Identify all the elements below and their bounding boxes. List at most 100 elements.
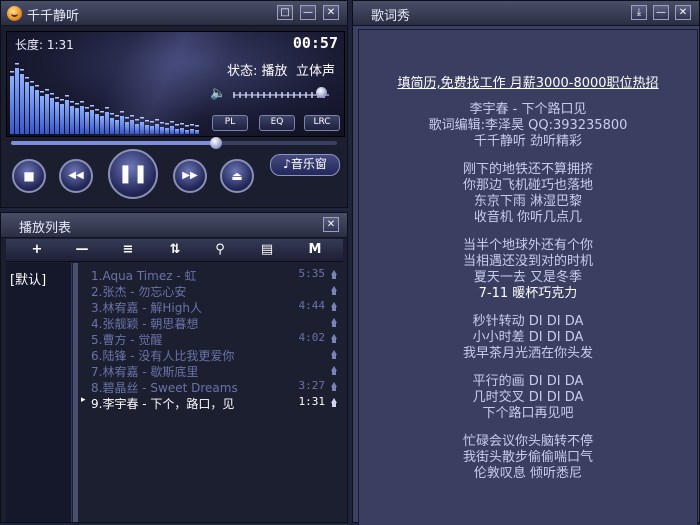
player-window: 千千静听 □ — ✕ 长度: 1:31 00:57 状态: 播放 立体声 🔈 P… bbox=[0, 0, 348, 208]
pause-button[interactable]: ❚❚ bbox=[108, 149, 158, 199]
stop-button[interactable]: ■ bbox=[12, 159, 46, 193]
list-item[interactable]: 2.张杰 - 勿忘心安 bbox=[81, 283, 343, 299]
lyrics-title: 歌词秀 bbox=[371, 9, 411, 24]
spectrum-peak bbox=[65, 95, 69, 97]
spectrum-bar bbox=[100, 116, 104, 134]
upload-arrow-icon[interactable] bbox=[331, 398, 338, 408]
add-icon[interactable]: + bbox=[25, 241, 49, 259]
spectrum-peak bbox=[170, 121, 174, 123]
lyric-line: 伦敦叹息 倾听悉尼 bbox=[473, 466, 583, 481]
group-default[interactable]: [默认] bbox=[10, 269, 46, 288]
track-duration: 4:02 bbox=[298, 331, 326, 344]
track-name: 3.林宥嘉 - 解High人 bbox=[91, 301, 202, 315]
upload-arrow-icon[interactable] bbox=[331, 286, 338, 296]
spectrum-peak bbox=[55, 97, 59, 99]
spectrum-bar bbox=[55, 102, 59, 134]
playlist-titlebar[interactable]: 播放列表 ✕ bbox=[1, 213, 347, 238]
list-item[interactable]: ▸ 9.李宇春 - 下个，路口，见 1:31 bbox=[81, 395, 343, 411]
lyrics-close-button[interactable]: ✕ bbox=[675, 5, 691, 20]
upload-arrow-icon[interactable] bbox=[331, 318, 338, 328]
spectrum-peak bbox=[75, 103, 79, 105]
spectrum-peak bbox=[45, 89, 49, 91]
track-name: 7.林宥嘉 - 歇斯底里 bbox=[91, 365, 199, 379]
lyric-line: 千千静听 劲听精彩 bbox=[473, 134, 583, 149]
spectrum-peak bbox=[150, 121, 154, 123]
open-file-button[interactable]: ⏏ bbox=[220, 159, 254, 193]
spectrum-peak bbox=[180, 123, 184, 125]
spectrum-peak bbox=[20, 69, 24, 71]
file-icon[interactable]: ▤ bbox=[255, 241, 279, 259]
sort-icon[interactable]: ⇅ bbox=[163, 241, 187, 259]
spectrum-peak bbox=[25, 77, 29, 79]
spectrum-peak bbox=[40, 91, 44, 93]
download-button[interactable]: ⤓ bbox=[631, 5, 647, 20]
seek-bar[interactable] bbox=[11, 141, 337, 145]
spectrum-bar bbox=[175, 129, 179, 134]
upload-arrow-icon[interactable] bbox=[331, 350, 338, 360]
equalizer-toggle-button[interactable]: EQ bbox=[259, 115, 295, 131]
spectrum-peak bbox=[30, 81, 34, 83]
list-item[interactable]: 3.林宥嘉 - 解High人 4:44 bbox=[81, 299, 343, 315]
track-name: 9.李宇春 - 下个，路口，见 bbox=[91, 397, 235, 411]
mini-mode-button[interactable]: □ bbox=[277, 5, 293, 20]
spectrum-peak bbox=[110, 113, 114, 115]
spectrum-peak bbox=[105, 107, 109, 109]
spectrum-bar bbox=[80, 106, 84, 134]
lyrics-toggle-button[interactable]: LRC bbox=[304, 115, 340, 131]
upload-arrow-icon[interactable] bbox=[331, 270, 338, 280]
spectrum-bar bbox=[40, 96, 44, 134]
spectrum-bar bbox=[180, 128, 184, 134]
track-name: 8.碧晶丝 - Sweet Dreams bbox=[91, 381, 238, 395]
spectrum-bar bbox=[195, 130, 199, 134]
list-icon[interactable]: ≡ bbox=[116, 241, 140, 259]
spectrum-bar bbox=[50, 98, 54, 134]
track-duration: 1:31 bbox=[298, 395, 326, 408]
playlist-toggle-button[interactable]: PL bbox=[212, 115, 248, 131]
track-length: 长度: 1:31 bbox=[15, 38, 74, 52]
spectrum-peak bbox=[15, 63, 19, 65]
upload-arrow-icon[interactable] bbox=[331, 366, 338, 376]
track-duration: 5:35 bbox=[298, 267, 326, 280]
spectrum-bar bbox=[165, 128, 169, 134]
lyrics-minimize-button[interactable]: — bbox=[653, 5, 669, 20]
ad-link[interactable]: 填简历,免费找工作 月薪3000-8000职位热招 bbox=[359, 72, 697, 91]
player-title: 千千静听 bbox=[27, 9, 80, 24]
previous-button[interactable]: ◀◀ bbox=[59, 159, 93, 193]
list-item[interactable]: 4.张靓颖 - 朝思暮想 bbox=[81, 315, 343, 331]
upload-arrow-icon[interactable] bbox=[331, 302, 338, 312]
minimize-button[interactable]: — bbox=[300, 5, 316, 20]
remove-icon[interactable]: — bbox=[70, 241, 94, 259]
spectrum-bar bbox=[130, 120, 134, 134]
lyrics-window: 歌词秀 ⤓ — ✕ 填简历,免费找工作 月薪3000-8000职位热招 李宇春 … bbox=[352, 0, 700, 525]
volume-icon[interactable]: 🔈 bbox=[210, 86, 226, 101]
eject-icon: ⏏ bbox=[231, 169, 243, 183]
spectrum-peak bbox=[85, 107, 89, 109]
spectrum-peak bbox=[145, 120, 149, 122]
list-item[interactable]: 6.陆锋 - 没有人比我更爱你 bbox=[81, 347, 343, 363]
spectrum-bar bbox=[110, 118, 114, 134]
spectrum-bar bbox=[25, 82, 29, 134]
mode-icon[interactable]: M bbox=[303, 241, 327, 259]
close-button[interactable]: ✕ bbox=[323, 5, 339, 20]
player-titlebar[interactable]: 千千静听 □ — ✕ bbox=[1, 1, 347, 26]
spectrum-bar bbox=[95, 114, 99, 134]
upload-arrow-icon[interactable] bbox=[331, 334, 338, 344]
playlist-close-button[interactable]: ✕ bbox=[323, 217, 339, 232]
lyrics-titlebar[interactable]: 歌词秀 ⤓ — ✕ bbox=[353, 1, 699, 26]
list-item[interactable]: 1.Aqua Timez - 虹 5:35 bbox=[81, 267, 343, 283]
lyric-line: 我早茶月光洒在你头发 bbox=[462, 346, 593, 361]
next-button[interactable]: ▶▶ bbox=[173, 159, 207, 193]
spectrum-bar bbox=[150, 126, 154, 134]
spectrum-bar bbox=[190, 129, 194, 134]
playlist-scrollbar[interactable] bbox=[73, 263, 78, 522]
spectrum-peak bbox=[130, 115, 134, 117]
list-item[interactable]: 5.曹方 - 觉醒 4:02 bbox=[81, 331, 343, 347]
spectrum-bar bbox=[85, 112, 89, 134]
spectrum-bar bbox=[20, 74, 24, 134]
find-icon[interactable]: ⚲ bbox=[208, 241, 232, 259]
list-item[interactable]: 7.林宥嘉 - 歇斯底里 bbox=[81, 363, 343, 379]
seek-bar-knob[interactable] bbox=[210, 137, 223, 149]
list-item[interactable]: 8.碧晶丝 - Sweet Dreams 3:27 bbox=[81, 379, 343, 395]
music-window-button[interactable]: ♪音乐窗 bbox=[270, 154, 340, 176]
upload-arrow-icon[interactable] bbox=[331, 382, 338, 392]
